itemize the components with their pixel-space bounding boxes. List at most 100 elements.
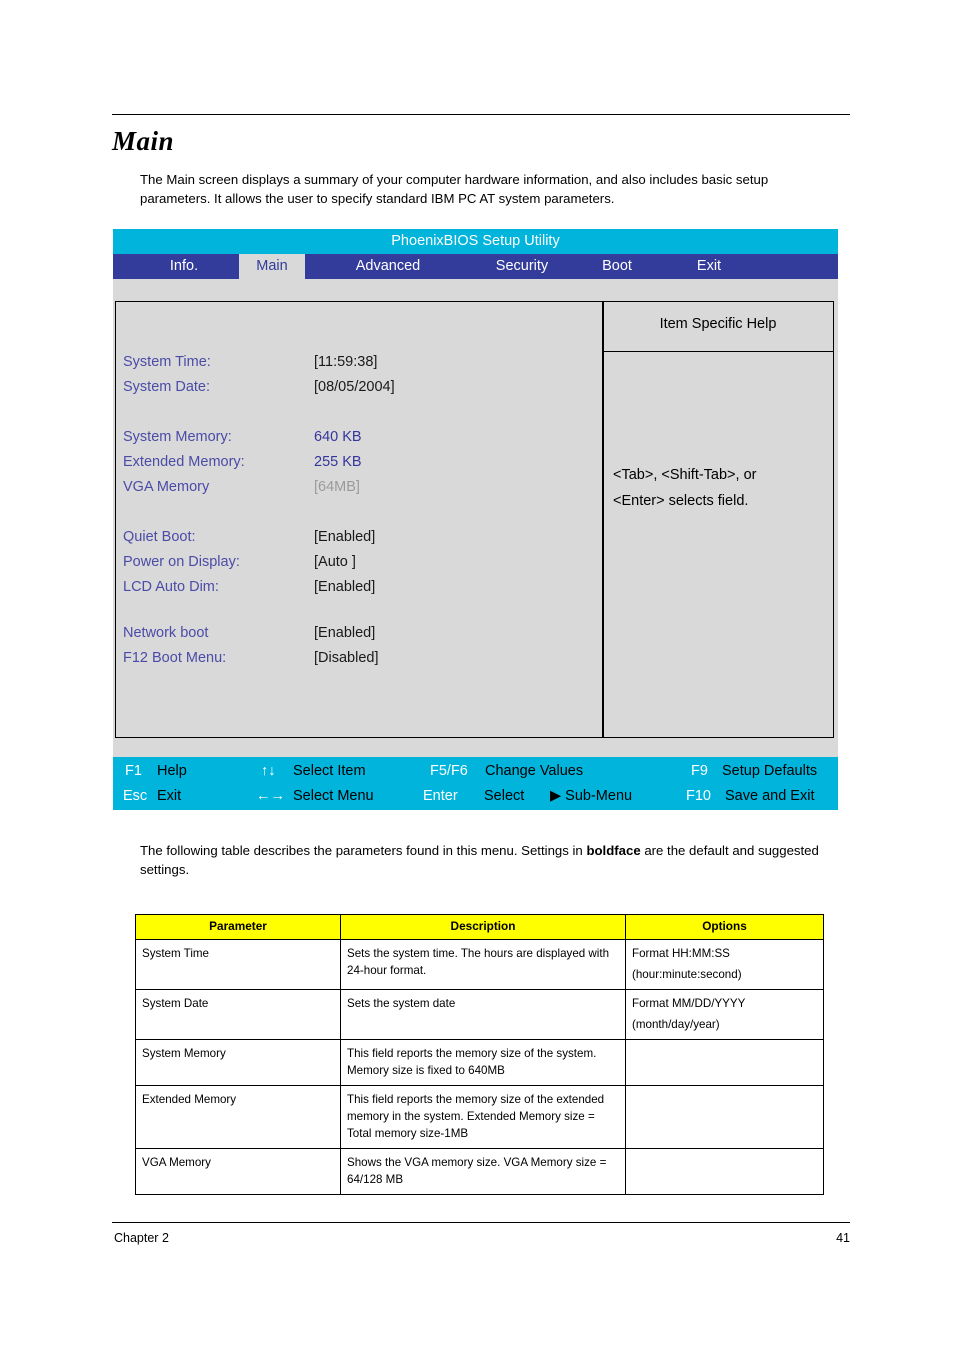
bios-title-bar: PhoenixBIOS Setup Utility [113,229,838,254]
tab-advanced[interactable]: Advanced [305,254,471,279]
option-line: (hour:minute:second) [632,968,742,981]
footer-page-number: 41 [836,1231,850,1245]
setting-label: System Time: [123,354,211,370]
fnkey-f9[interactable]: F9 [691,758,708,784]
cell-options [625,1085,824,1149]
cell-options: Format MM/DD/YYYY (month/day/year) [625,989,824,1040]
fnaction-help[interactable]: Help [157,758,187,784]
cell-description: Sets the system time. The hours are disp… [340,939,626,990]
parameter-table: Parameter Description Options System Tim… [135,914,824,1195]
column-header-parameter: Parameter [135,914,341,940]
item-specific-help-body: <Tab>, <Shift-Tab>, or <Enter> selects f… [613,462,828,514]
setting-value[interactable]: [11:59:38] [314,354,377,370]
description-line: This field reports the memory size of th… [347,1047,597,1077]
setting-label: System Memory: [123,429,232,445]
panel-divider [602,302,604,737]
description-line: Sets the system time. The hours are disp… [347,947,610,977]
fnaction-exit[interactable]: Exit [157,783,181,809]
setting-value: [64MB] [314,479,360,495]
bios-function-key-bar: F1 Help ↑↓ Select Item F5/F6 Change Valu… [113,757,838,810]
option-line: Format HH:MM:SS [632,947,730,960]
bios-setup-screenshot: PhoenixBIOS Setup Utility Info. Main Adv… [113,229,838,813]
setting-value[interactable]: [Disabled] [314,650,378,666]
table-header-row: Parameter Description Options [135,914,824,940]
tab-main[interactable]: Main [239,254,305,279]
fnaction-select-menu[interactable]: Select Menu [293,783,374,809]
setting-row-extended-memory[interactable]: Extended Memory: 255 KB [123,454,593,479]
fnkey-f10[interactable]: F10 [686,783,711,809]
setting-value[interactable]: [Enabled] [314,579,375,595]
setting-row-power-on-display[interactable]: Power on Display: [Auto ] [123,554,593,579]
setting-label: Power on Display: [123,554,240,570]
cell-parameter: System Date [135,989,341,1040]
function-key-row-2: Esc Exit ←→ Select Menu Enter Select ▶ S… [113,783,838,809]
setting-row-network-boot[interactable]: Network boot [Enabled] [123,625,593,650]
fnkey-enter[interactable]: Enter [423,783,458,809]
setting-label: System Date: [123,379,211,395]
bios-body: System Time: [11:59:38] System Date: [08… [113,279,838,763]
setting-label: Extended Memory: [123,454,245,470]
setting-label: F12 Boot Menu: [123,650,227,666]
fnaction-select[interactable]: Select [484,783,524,809]
cell-parameter: System Memory [135,1039,341,1086]
cell-options [625,1148,824,1195]
table-intro-text-bold: boldface [586,843,641,858]
setting-row-f12-boot-menu[interactable]: F12 Boot Menu: [Disabled] [123,650,593,675]
fnkey-arrows-vertical: ↑↓ [261,763,276,779]
cell-parameter: System Time [135,939,341,990]
tab-exit[interactable]: Exit [661,254,757,279]
page-top-rule [112,114,850,115]
setting-label: LCD Auto Dim: [123,579,219,595]
table-intro-paragraph: The following table describes the parame… [140,841,840,879]
item-specific-help-title: Item Specific Help [659,316,777,332]
setting-value[interactable]: [08/05/2004] [314,379,395,395]
setting-value: 255 KB [314,454,362,470]
fnaction-setup-defaults[interactable]: Setup Defaults [722,758,817,784]
function-key-row-1: F1 Help ↑↓ Select Item F5/F6 Change Valu… [113,758,838,784]
description-line: Sets the system date [347,997,456,1010]
setting-row-system-date[interactable]: System Date: [08/05/2004] [123,379,593,429]
column-header-options: Options [625,914,824,940]
tab-info[interactable]: Info. [129,254,239,279]
cell-description: This field reports the memory size of th… [340,1085,626,1149]
item-specific-help-header: Item Specific Help [603,302,833,352]
fnkey-arrows-horizontal: ←→ [256,788,285,804]
setting-value[interactable]: [Auto ] [314,554,356,570]
cell-description: Sets the system date [340,989,626,1040]
page-bottom-rule [112,1222,850,1223]
fnaction-sub-menu[interactable]: ▶ Sub-Menu [550,783,632,809]
table-row: System Date Sets the system date Format … [135,989,824,1040]
setting-value: 640 KB [314,429,362,445]
setting-row-vga-memory[interactable]: VGA Memory [64MB] [123,479,593,529]
description-line: This field reports the memory size of th… [347,1093,605,1140]
help-line-1: <Tab>, <Shift-Tab>, or [613,467,757,483]
table-row: Extended Memory This field reports the m… [135,1085,824,1149]
cell-parameter: Extended Memory [135,1085,341,1149]
fnaction-save-and-exit[interactable]: Save and Exit [725,783,814,809]
table-row: VGA Memory Shows the VGA memory size. VG… [135,1148,824,1195]
fnaction-select-item[interactable]: Select Item [293,758,366,784]
cell-description: This field reports the memory size of th… [340,1039,626,1086]
bios-tab-bar: Info. Main Advanced Security Boot Exit [113,254,838,279]
tab-security[interactable]: Security [471,254,573,279]
bios-content-panel: System Time: [11:59:38] System Date: [08… [115,301,834,738]
cell-parameter: VGA Memory [135,1148,341,1195]
table-row: System Time Sets the system time. The ho… [135,939,824,990]
tab-boot[interactable]: Boot [573,254,661,279]
setting-value[interactable]: [Enabled] [314,625,375,641]
page-title: Main [112,126,175,156]
setting-row-system-time[interactable]: System Time: [11:59:38] [123,354,593,379]
fnkey-esc[interactable]: Esc [123,783,147,809]
table-intro-text-before: The following table describes the parame… [140,843,587,858]
fnkey-f1[interactable]: F1 [125,758,142,784]
setting-row-quiet-boot[interactable]: Quiet Boot: [Enabled] [123,529,593,554]
fnkey-f5-f6[interactable]: F5/F6 [430,758,468,784]
setting-row-system-memory[interactable]: System Memory: 640 KB [123,429,593,454]
setting-label: Network boot [123,625,209,641]
setting-value[interactable]: [Enabled] [314,529,375,545]
fnaction-change-values[interactable]: Change Values [485,758,583,784]
cell-options: Format HH:MM:SS (hour:minute:second) [625,939,824,990]
setting-label: VGA Memory [123,479,210,495]
setting-row-lcd-auto-dim[interactable]: LCD Auto Dim: [Enabled] [123,579,593,625]
setting-label: Quiet Boot: [123,529,196,545]
